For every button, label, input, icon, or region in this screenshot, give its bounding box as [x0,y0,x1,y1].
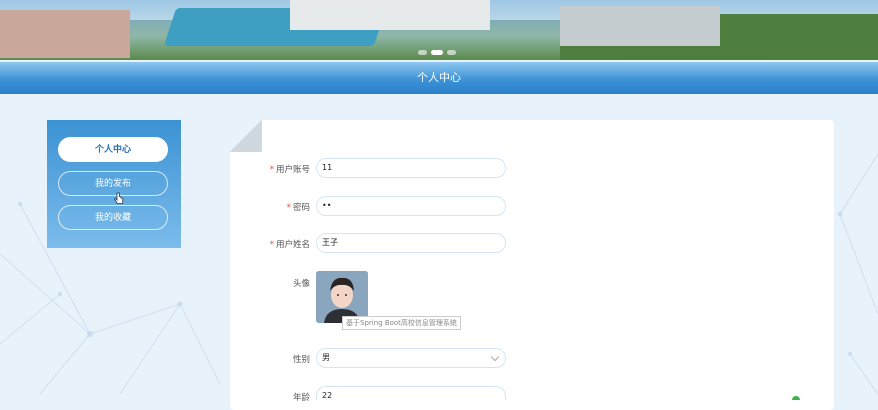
required-mark: * [286,203,291,213]
carousel-dot-active[interactable] [431,50,443,55]
sidebar-item-personal-center[interactable]: 个人中心 [58,137,168,162]
gender-select-value: 男 [322,353,330,362]
required-mark: * [269,165,274,175]
chevron-down-icon [490,352,500,362]
name-input[interactable]: 王子 [316,233,506,253]
field-label-name: * 用户姓名 [230,238,310,250]
page-title: 个人中心 [0,62,878,94]
field-label-age: 年龄 [292,393,310,403]
field-label-avatar: 头像 [292,279,310,289]
carousel-dot[interactable] [418,50,427,55]
field-label-gender: 性别 [292,355,310,365]
field-label-account: * 用户账号 [230,163,310,175]
banner-building-left [0,10,130,58]
age-input[interactable]: 22 [316,386,506,400]
account-input[interactable]: 11 [316,158,506,178]
label-text: 用户账号 [275,165,310,175]
banner-carousel[interactable] [0,0,878,60]
panel-corner-fold [230,120,262,152]
banner-building-right [560,6,720,46]
sidebar-menu: 个人中心 我的发布 我的收藏 [47,120,181,248]
gender-select[interactable]: 男 [316,348,506,368]
carousel-dot[interactable] [447,50,456,55]
required-mark: * [269,240,274,250]
password-input[interactable]: •• [316,196,506,216]
banner-building-center [290,0,490,30]
label-text: 用户姓名 [275,240,310,250]
sidebar-item-my-favorites[interactable]: 我的收藏 [58,205,168,230]
floating-action-button[interactable] [792,396,800,400]
field-label-password: * 密码 [230,201,310,213]
avatar-tooltip: 基于Spring Boot高校信息管理系统 [342,316,461,330]
carousel-indicators[interactable] [418,50,456,55]
hand-cursor-icon [114,192,124,204]
label-text: 密码 [292,203,310,213]
sidebar-item-my-posts[interactable]: 我的发布 [58,171,168,196]
